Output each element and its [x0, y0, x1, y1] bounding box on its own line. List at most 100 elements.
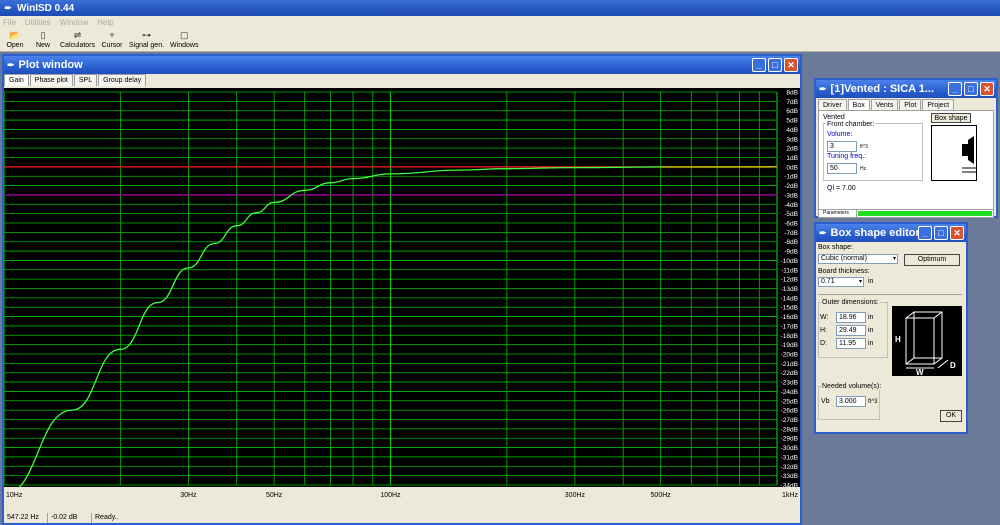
- box-type-label: Vented: [823, 114, 845, 121]
- new-button[interactable]: ▯ New: [32, 28, 54, 50]
- maximize-button[interactable]: □: [934, 226, 948, 240]
- outer-dimensions-label: Outer dimensions:: [821, 299, 880, 306]
- gain-plot[interactable]: 8dB 7dB 6dB 5dB 4dB 3dB 2dB 1dB 0dB -1dB -2dB -3dB -…: [4, 88, 800, 501]
- chevron-down-icon: ▾: [858, 279, 862, 285]
- vb-input[interactable]: 3.000: [836, 396, 866, 407]
- y-tick-label: -26dB: [781, 408, 798, 415]
- box-shape-select[interactable]: Cubic (normal) ▾: [818, 254, 898, 264]
- status-frequency: 547.22 Hz: [4, 513, 48, 523]
- depth-input[interactable]: 11.95: [836, 338, 866, 349]
- tab-phase-plot[interactable]: Phase plot: [29, 74, 73, 86]
- tab-plot[interactable]: Plot: [899, 99, 922, 110]
- y-tick-label: -13dB: [781, 286, 798, 293]
- minimize-button[interactable]: _: [752, 58, 766, 72]
- y-tick-label: -2dB: [784, 183, 798, 190]
- minimize-button[interactable]: _: [918, 226, 932, 240]
- window-app-icon: ✒: [7, 59, 15, 70]
- y-tick-label: -21dB: [781, 361, 798, 368]
- y-tick-label: -22dB: [781, 370, 798, 377]
- window-icon: ▢: [179, 30, 189, 40]
- vented-window-titlebar[interactable]: ✒ [1]Vented : SICA 1... _ □ ✕: [816, 80, 996, 98]
- y-tick-label: -18dB: [781, 333, 798, 340]
- width-label: W:: [820, 314, 829, 321]
- close-button[interactable]: ✕: [950, 226, 964, 240]
- board-thickness-label: Board thickness:: [818, 268, 870, 275]
- menu-help[interactable]: Help: [97, 18, 113, 27]
- box-shape-editor-title: Box shape editor: [830, 227, 920, 239]
- parameters-progress: [858, 211, 992, 216]
- app-title-bar: ✒ WinISD 0.44: [0, 0, 1000, 16]
- box-shape-editor-titlebar[interactable]: ✒ Box shape editor _ □ ✕: [816, 224, 966, 242]
- diagram-d-label: D: [950, 361, 956, 370]
- x-tick-label: 10Hz: [6, 492, 23, 499]
- window-app-icon: ✒: [819, 83, 827, 94]
- y-tick-label: -29dB: [781, 436, 798, 443]
- board-thickness-select[interactable]: 0.71 ▾: [818, 277, 864, 287]
- menu-utilities[interactable]: Utilities: [25, 18, 51, 27]
- y-tick-label: -24dB: [781, 389, 798, 396]
- close-button[interactable]: ✕: [784, 58, 798, 72]
- status-bar: 547.22 Hz -0.02 dB Ready..: [4, 513, 800, 523]
- height-input[interactable]: 29.49: [836, 325, 866, 336]
- y-tick-label: -12dB: [781, 277, 798, 284]
- menu-window[interactable]: Window: [60, 18, 88, 27]
- plot-window-title: Plot window: [18, 59, 83, 71]
- project-tabs: Driver Box Vents Plot Project: [816, 98, 996, 110]
- vented-project-window: ✒ [1]Vented : SICA 1... _ □ ✕ Driver Box…: [814, 78, 998, 218]
- signal-generator-icon: ⊶: [142, 30, 152, 40]
- y-tick-label: -7dB: [784, 230, 798, 237]
- calculators-button[interactable]: ⇌ Calculators: [60, 28, 95, 50]
- x-tick-label: 500Hz: [651, 492, 672, 499]
- y-tick-label: -9dB: [784, 249, 798, 256]
- y-tick-label: -15dB: [781, 305, 798, 312]
- height-unit: in: [868, 327, 874, 334]
- box-shape-button[interactable]: Box shape: [931, 113, 971, 123]
- y-tick-label: -17dB: [781, 323, 798, 330]
- diagram-h-label: H: [895, 335, 901, 344]
- x-axis-strip: [4, 487, 800, 501]
- width-input[interactable]: 18.96: [836, 312, 866, 323]
- tab-box[interactable]: Box: [847, 99, 870, 110]
- maximize-button[interactable]: □: [964, 82, 978, 96]
- tuning-freq-input[interactable]: 50: [827, 163, 857, 174]
- ok-button[interactable]: OK: [940, 410, 962, 422]
- y-tick-label: 2dB: [786, 146, 798, 153]
- box-3d-icon: H W D: [895, 311, 956, 377]
- tab-driver[interactable]: Driver: [818, 99, 847, 110]
- maximize-button[interactable]: □: [768, 58, 782, 72]
- tab-project[interactable]: Project: [922, 99, 955, 110]
- y-tick-label: -8dB: [784, 239, 798, 246]
- depth-label: D:: [820, 340, 827, 347]
- y-tick-label: -32dB: [781, 464, 798, 471]
- y-tick-label: 0dB: [786, 164, 798, 171]
- y-tick-label: -10dB: [781, 258, 798, 265]
- height-label: H:: [820, 327, 827, 334]
- menu-file[interactable]: File: [3, 18, 16, 27]
- optimum-button[interactable]: Optimum: [904, 254, 960, 266]
- diagram-w-label: W: [916, 368, 924, 376]
- tab-group-delay[interactable]: Group delay: [98, 74, 147, 86]
- cursor-button[interactable]: + Cursor: [101, 28, 123, 50]
- y-tick-label: -6dB: [784, 221, 798, 228]
- y-tick-label: -3dB: [784, 192, 798, 199]
- width-unit: in: [868, 314, 874, 321]
- tab-vents[interactable]: Vents: [870, 99, 899, 110]
- windows-button[interactable]: ▢ Windows: [170, 28, 198, 50]
- ql-value: Ql = 7.00: [827, 185, 856, 192]
- new-document-icon: ▯: [40, 30, 46, 40]
- volume-input[interactable]: 3: [827, 141, 857, 152]
- minimize-button[interactable]: _: [948, 82, 962, 96]
- open-button[interactable]: 📂 Open: [4, 28, 26, 50]
- close-button[interactable]: ✕: [980, 82, 994, 96]
- tab-spl[interactable]: SPL: [73, 74, 98, 86]
- status-level: -0.02 dB: [48, 513, 92, 523]
- y-tick-label: -25dB: [781, 398, 798, 405]
- status-message: Ready..: [95, 514, 119, 521]
- signal-gen-button[interactable]: ⊶ Signal gen.: [129, 28, 164, 50]
- app-icon: ✒: [4, 2, 12, 13]
- plot-window-titlebar[interactable]: ✒ Plot window _ □ ✕: [4, 56, 800, 74]
- plot-tabs: Gain Phase plot SPL Group delay: [4, 74, 800, 86]
- y-tick-label: -11dB: [781, 267, 798, 274]
- app-title: WinISD 0.44: [17, 2, 75, 14]
- tab-gain[interactable]: Gain: [4, 74, 29, 86]
